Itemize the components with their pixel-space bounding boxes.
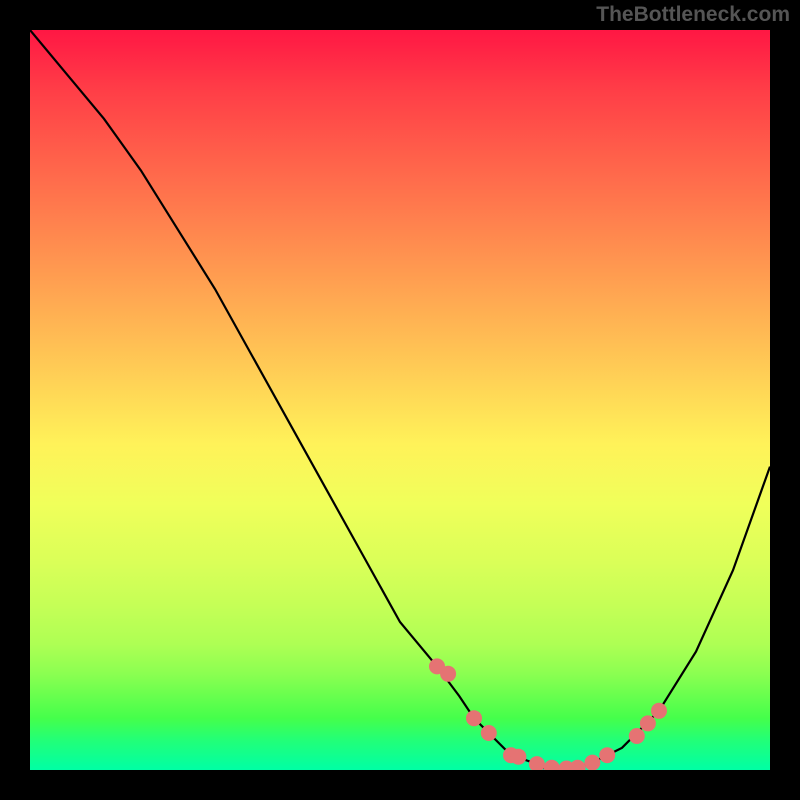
marker-point: [544, 760, 560, 770]
marker-point: [510, 749, 526, 765]
marker-point: [584, 755, 600, 770]
marker-point: [599, 747, 615, 763]
plot-area: [30, 30, 770, 770]
watermark-text: TheBottleneck.com: [596, 3, 790, 27]
marker-point: [570, 760, 586, 770]
marker-point: [481, 725, 497, 741]
marker-point: [640, 715, 656, 731]
marker-point: [629, 728, 645, 744]
curve-markers: [429, 658, 667, 770]
marker-point: [466, 710, 482, 726]
marker-point: [529, 756, 545, 770]
marker-point: [440, 666, 456, 682]
bottleneck-curve: [30, 30, 770, 770]
marker-point: [651, 703, 667, 719]
chart-svg: [30, 30, 770, 770]
